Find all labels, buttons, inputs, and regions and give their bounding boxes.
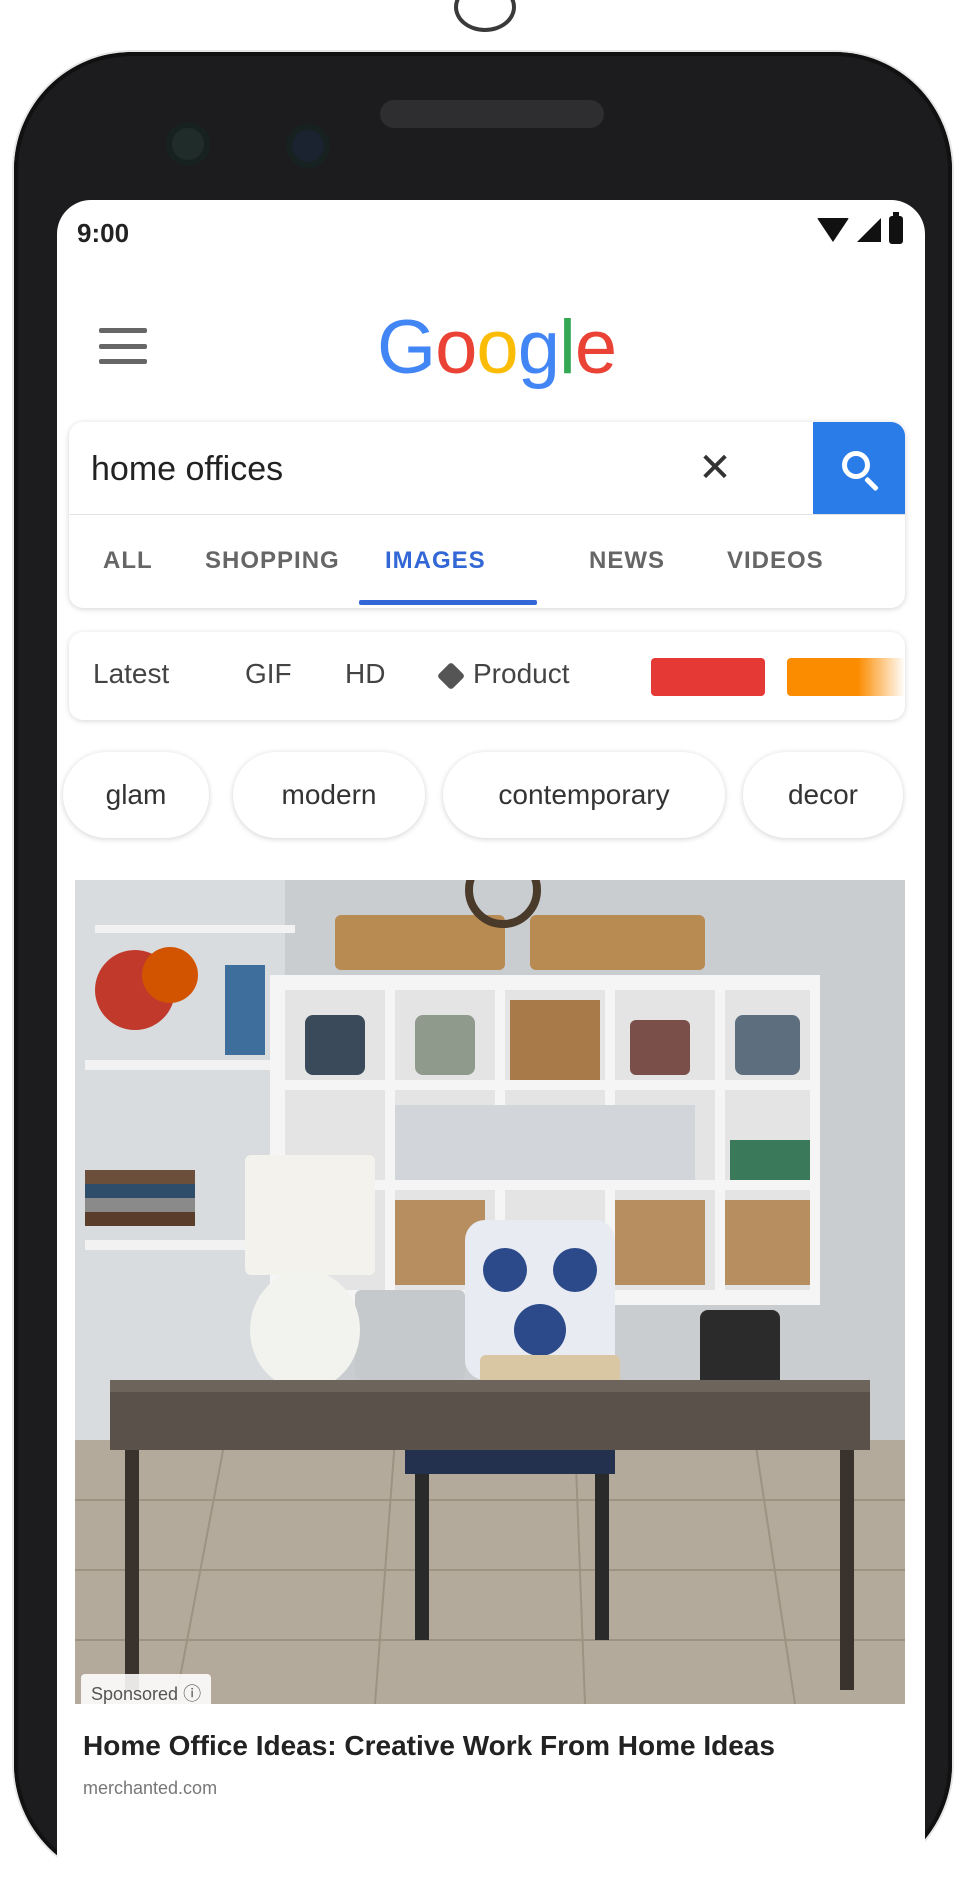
- logo-letter: g: [517, 305, 560, 390]
- tab-images[interactable]: IMAGES: [385, 547, 486, 575]
- logo-letter: o: [476, 305, 518, 390]
- logo-letter: l: [558, 305, 576, 390]
- phone-screen: 9:00 Google ✕ ALL SHOPPING IMAGES NEWS V…: [57, 200, 925, 1900]
- result-source[interactable]: merchanted.com: [83, 1778, 217, 1799]
- google-logo: Google: [377, 304, 617, 391]
- front-camera-icon: [166, 122, 210, 166]
- home-office-photo: [75, 880, 905, 1704]
- logo-letter: e: [574, 305, 617, 390]
- filter-product[interactable]: Product: [436, 658, 570, 690]
- search-box: ✕ ALL SHOPPING IMAGES NEWS VIDEOS: [69, 422, 905, 608]
- status-icons: [817, 212, 903, 244]
- logo-letter: G: [377, 305, 436, 390]
- status-time: 9:00: [77, 218, 130, 248]
- search-row: ✕: [69, 422, 905, 514]
- tab-news[interactable]: NEWS: [589, 547, 665, 575]
- top-sensor-outline: [454, 0, 516, 32]
- front-camera-icon: [286, 124, 330, 168]
- filter-hd[interactable]: HD: [345, 658, 385, 690]
- phone-speaker: [380, 100, 604, 128]
- battery-icon: [889, 212, 903, 244]
- wifi-icon: [817, 218, 849, 242]
- tab-shopping[interactable]: SHOPPING: [205, 547, 340, 575]
- search-button[interactable]: [813, 422, 905, 514]
- chip-contemporary[interactable]: contemporary: [443, 752, 725, 838]
- menu-icon[interactable]: [99, 328, 147, 364]
- status-bar: 9:00: [57, 200, 925, 264]
- clear-icon[interactable]: ✕: [689, 442, 741, 494]
- tag-icon: [436, 661, 466, 690]
- search-icon: [842, 451, 870, 479]
- result-title[interactable]: Home Office Ideas: Creative Work From Ho…: [83, 1730, 903, 1762]
- color-filter-orange[interactable]: [787, 658, 905, 696]
- filter-gif[interactable]: GIF: [245, 658, 292, 690]
- chip-decor[interactable]: decor: [743, 752, 903, 838]
- search-input[interactable]: [89, 440, 693, 498]
- tab-all[interactable]: ALL: [103, 547, 153, 575]
- search-tabs: ALL SHOPPING IMAGES NEWS VIDEOS: [69, 514, 905, 608]
- chip-modern[interactable]: modern: [233, 752, 425, 838]
- tab-videos[interactable]: VIDEOS: [727, 547, 824, 575]
- filter-latest[interactable]: Latest: [93, 658, 169, 690]
- sponsored-badge: Sponsored ⓘ: [81, 1674, 212, 1712]
- signal-icon: [857, 218, 881, 242]
- logo-letter: o: [435, 305, 477, 390]
- color-filter-red[interactable]: [651, 658, 765, 696]
- chip-glam[interactable]: glam: [63, 752, 209, 838]
- active-tab-indicator: [359, 600, 537, 605]
- result-image[interactable]: [75, 880, 905, 1704]
- image-filter-bar: Latest GIF HD Product: [69, 632, 905, 720]
- filter-product-label: Product: [473, 658, 570, 689]
